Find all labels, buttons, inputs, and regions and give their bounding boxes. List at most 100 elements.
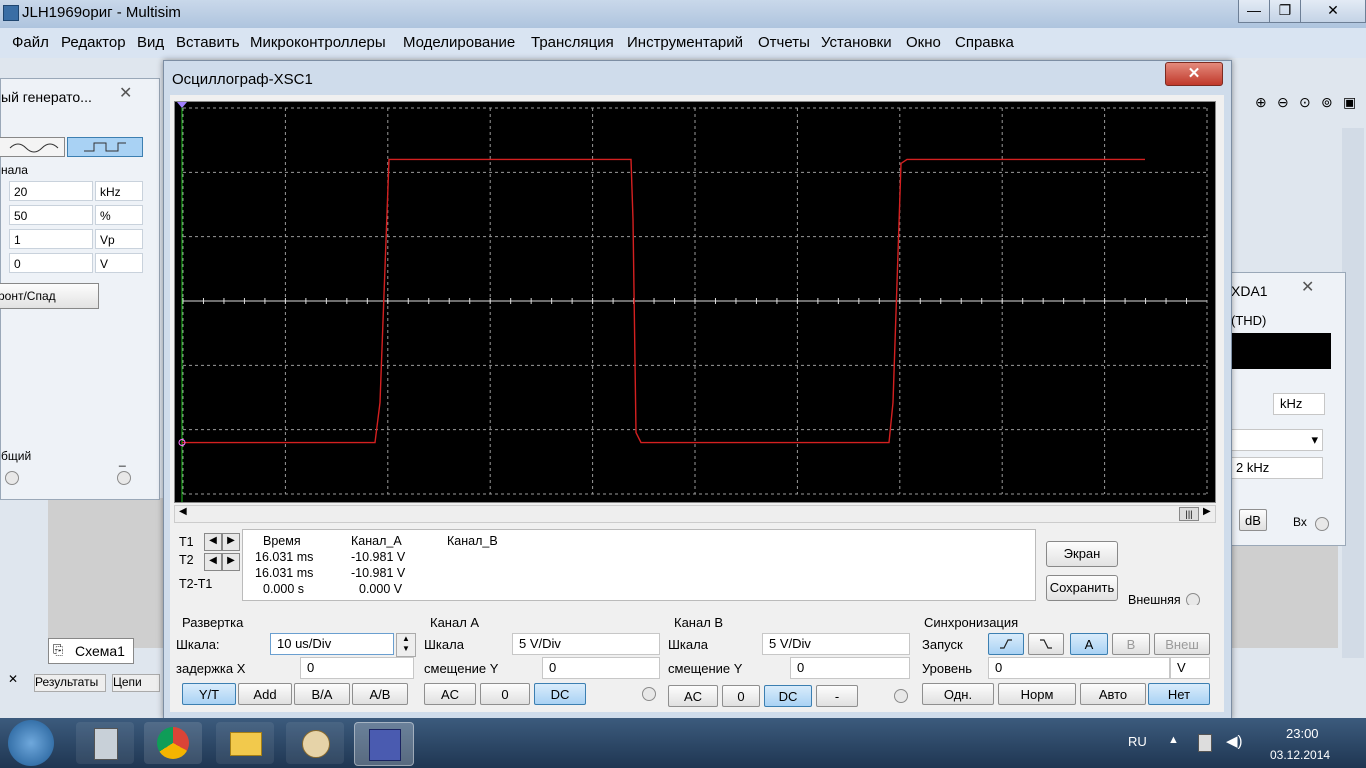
channel-a-scale-field[interactable]: 5 V/Div [512, 633, 660, 655]
menu-edit[interactable]: Редактор [61, 34, 126, 51]
channel-b-dc-button[interactable]: DC [764, 685, 812, 707]
screen-scrollbar[interactable]: ◀ ||| ▶ [174, 505, 1216, 523]
close-button[interactable]: ✕ [1300, 0, 1366, 23]
square-wave-button[interactable] [67, 137, 143, 157]
oscilloscope-screen[interactable] [174, 101, 1216, 503]
falling-edge-button[interactable] [1028, 633, 1064, 655]
ba-mode-button[interactable]: B/A [294, 683, 350, 705]
maximize-button[interactable]: ❐ [1269, 0, 1301, 23]
start-button[interactable] [8, 720, 54, 766]
channel-a-ac-button[interactable]: AC [424, 683, 476, 705]
menu-tools[interactable]: Инструментарий [627, 34, 743, 51]
timebase-scale-field[interactable]: 10 us/Div [270, 633, 394, 655]
channel-b-ypos-field[interactable]: 0 [790, 657, 910, 679]
channel-a-terminal[interactable] [642, 687, 656, 701]
frequency-field[interactable]: 20 [9, 181, 93, 201]
channel-a-ypos-field[interactable]: 0 [542, 657, 660, 679]
t2-right-button[interactable]: ▶ [222, 553, 240, 571]
trigger-source-b-button[interactable]: B [1112, 633, 1150, 655]
oscilloscope-close-button[interactable]: ✕ [1165, 62, 1223, 86]
panel-close-icon[interactable]: ✕ [8, 672, 18, 686]
menu-insert[interactable]: Вставить [176, 34, 240, 51]
clock-date[interactable]: 03.12.2014 [1270, 748, 1330, 762]
menu-mcu[interactable]: Микроконтроллеры [250, 34, 386, 51]
trigger-auto-button[interactable]: Авто [1080, 683, 1146, 705]
amplitude-field[interactable]: 1 [9, 229, 93, 249]
cursor-t1-marker [177, 102, 187, 108]
dist-freq-field[interactable]: 2 kHz [1229, 457, 1323, 479]
dist-close-button[interactable]: ✕ [1301, 277, 1314, 297]
menu-options[interactable]: Установки [821, 34, 892, 51]
paint-icon[interactable] [286, 722, 344, 764]
channel-a-dc-button[interactable]: DC [534, 683, 586, 705]
frequency-unit[interactable]: kHz [95, 181, 143, 201]
zoom-area-icon[interactable]: ⊙ [1299, 94, 1311, 111]
language-indicator[interactable]: RU [1128, 734, 1147, 749]
volume-icon[interactable]: ◀) [1226, 732, 1243, 750]
menu-file[interactable]: Файл [12, 34, 49, 51]
channel-a-zero-button[interactable]: 0 [480, 683, 530, 705]
timebase-spinner[interactable]: ▲ ▼ [396, 633, 416, 657]
trigger-normal-button[interactable]: Норм [998, 683, 1076, 705]
t1-left-button[interactable]: ◀ [204, 533, 222, 551]
tab-nets[interactable]: Цепи [112, 674, 160, 692]
duty-cycle-unit[interactable]: % [95, 205, 143, 225]
db-button[interactable]: dB [1239, 509, 1267, 531]
dist-khz-unit[interactable]: kHz [1273, 393, 1325, 415]
trigger-single-button[interactable]: Одн. [922, 683, 994, 705]
dist-mode-select[interactable]: ▾ [1229, 429, 1323, 451]
minus-terminal[interactable] [117, 471, 131, 485]
clock-time[interactable]: 23:00 [1286, 726, 1319, 741]
offset-unit[interactable]: V [95, 253, 143, 273]
trigger-source-a-button[interactable]: A [1070, 633, 1108, 655]
tab-results[interactable]: Результаты [34, 674, 106, 692]
menu-reports[interactable]: Отчеты [758, 34, 810, 51]
trigger-source-ext-button[interactable]: Внеш [1154, 633, 1210, 655]
channel-b-zero-button[interactable]: 0 [722, 685, 760, 707]
menu-simulate[interactable]: Моделирование [403, 34, 515, 51]
t1-right-button[interactable]: ▶ [222, 533, 240, 551]
duty-cycle-field[interactable]: 50 [9, 205, 93, 225]
menu-transfer[interactable]: Трансляция [531, 34, 614, 51]
trigger-level-field[interactable]: 0 [988, 657, 1170, 679]
minimize-button[interactable]: — [1238, 0, 1270, 23]
zoom-in-icon[interactable]: ⊕ [1255, 94, 1267, 111]
explorer-icon[interactable] [216, 722, 274, 764]
scroll-left-icon[interactable]: ◀ [179, 506, 187, 517]
menu-help[interactable]: Справка [955, 34, 1014, 51]
channel-b-scale-field[interactable]: 5 V/Div [762, 633, 910, 655]
scroll-right-icon[interactable]: ▶ [1203, 506, 1211, 517]
menu-window[interactable]: Окно [906, 34, 941, 51]
tray-expand-icon[interactable]: ▲ [1168, 734, 1179, 746]
zoom-fit-icon[interactable]: ⊚ [1321, 94, 1333, 111]
add-mode-button[interactable]: Add [238, 683, 292, 705]
common-terminal[interactable] [5, 471, 19, 485]
channel-b-minus-button[interactable]: - [816, 685, 858, 707]
trigger-level-unit[interactable]: V [1170, 657, 1210, 679]
channel-b-terminal[interactable] [894, 689, 908, 703]
zoom-out-icon[interactable]: ⊖ [1277, 94, 1289, 111]
save-button[interactable]: Сохранить [1046, 575, 1118, 601]
scroll-thumb[interactable]: ||| [1179, 507, 1199, 521]
rise-fall-button[interactable]: ронт/Спад [0, 283, 99, 309]
trigger-none-button[interactable]: Нет [1148, 683, 1210, 705]
offset-field[interactable]: 0 [9, 253, 93, 273]
amplitude-unit[interactable]: Vp [95, 229, 143, 249]
t2-left-button[interactable]: ◀ [204, 553, 222, 571]
rising-edge-button[interactable] [988, 633, 1024, 655]
tab-schema[interactable]: ⎘ Схема1 [48, 638, 134, 664]
menu-view[interactable]: Вид [137, 34, 164, 51]
yt-mode-button[interactable]: Y/T [182, 683, 236, 705]
reverse-button[interactable]: Экран [1046, 541, 1118, 567]
fgen-close-button[interactable]: ✕ [119, 83, 132, 103]
dist-in-terminal[interactable] [1315, 517, 1329, 531]
ab-mode-button[interactable]: A/B [352, 683, 408, 705]
channel-b-ac-button[interactable]: AC [668, 685, 718, 707]
chrome-icon[interactable] [144, 722, 202, 764]
power-icon[interactable] [1198, 734, 1212, 752]
xpos-field[interactable]: 0 [300, 657, 414, 679]
sine-wave-button[interactable] [0, 137, 65, 157]
multisim-icon[interactable] [354, 722, 414, 766]
fullscreen-icon[interactable]: ▣ [1343, 94, 1356, 111]
calculator-icon[interactable] [76, 722, 134, 764]
